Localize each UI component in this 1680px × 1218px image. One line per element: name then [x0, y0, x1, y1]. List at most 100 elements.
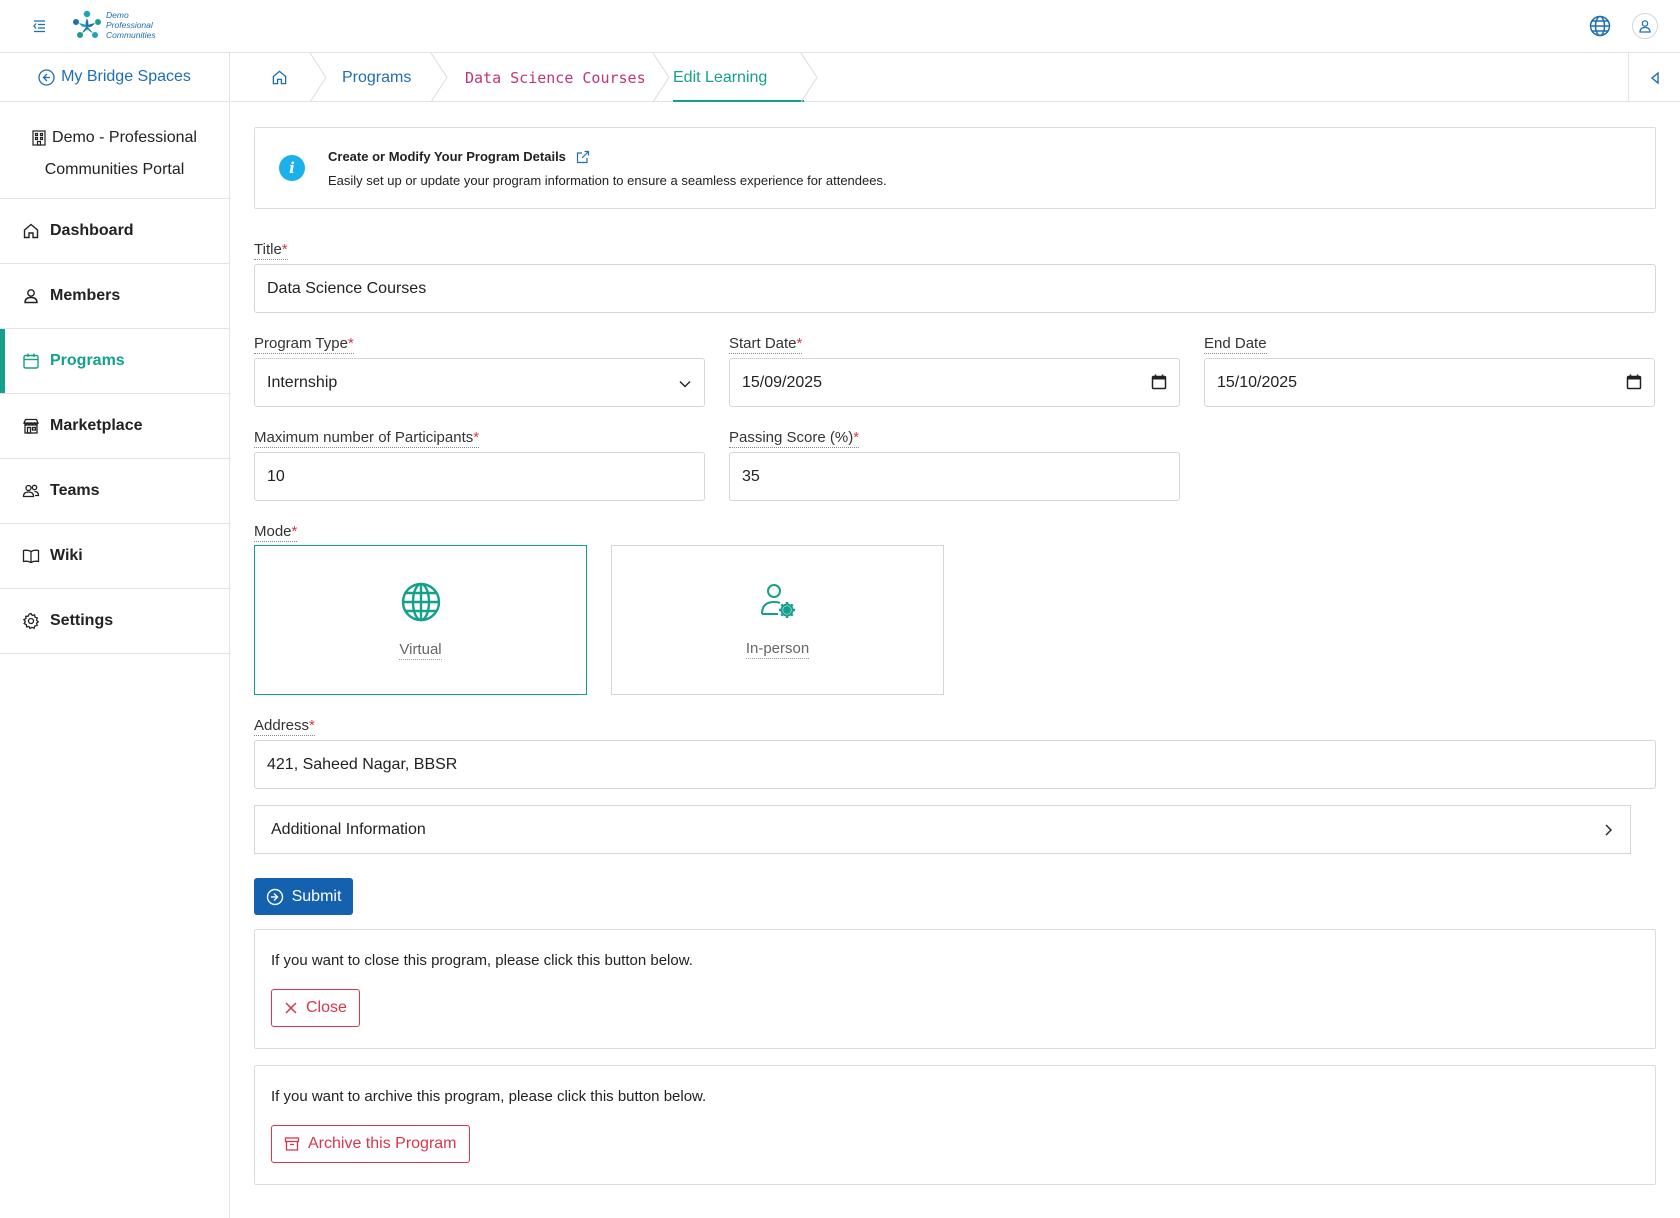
max-participants-value: 10 — [267, 467, 285, 485]
additional-information-accordion[interactable]: Additional Information — [254, 805, 1631, 854]
info-title: Create or Modify Your Program Details — [328, 149, 590, 164]
globe-icon — [401, 582, 440, 621]
max-participants-label: Maximum number of Participants* — [254, 429, 480, 448]
sidebar-item-marketplace[interactable]: Marketplace — [0, 394, 229, 459]
sidebar: My Bridge Spaces Demo - Professional Com… — [0, 53, 230, 1218]
participants-score-row: Maximum number of Participants* 10 Passi… — [254, 429, 1656, 501]
sidebar-item-settings[interactable]: Settings — [0, 589, 229, 654]
close-program-section: If you want to close this program, pleas… — [254, 929, 1656, 1049]
submit-button[interactable]: Submit — [254, 878, 353, 915]
sidebar-item-label: Teams — [50, 482, 100, 499]
portal-name-line-2: Communities Portal — [44, 161, 185, 178]
breadcrumb-separator — [430, 53, 448, 102]
mode-virtual-card[interactable]: Virtual — [254, 545, 587, 695]
title-input-value: Data Science Courses — [267, 279, 427, 297]
mode-virtual-label: Virtual — [399, 640, 442, 660]
address-value: 421, Saheed Nagar, BBSR — [267, 755, 458, 773]
archive-program-text: If you want to archive this program, ple… — [271, 1088, 707, 1105]
home-icon — [23, 223, 39, 239]
my-bridge-spaces-label: My Bridge Spaces — [61, 68, 191, 85]
sidebar-item-label: Programs — [50, 352, 125, 369]
breadcrumb-programs-label: Programs — [342, 68, 412, 86]
submit-row: Submit — [254, 878, 1656, 915]
sidebar-item-label: Marketplace — [50, 417, 143, 434]
user-icon — [24, 289, 38, 304]
archive-program-button[interactable]: Archive this Program — [271, 1125, 470, 1163]
breadcrumb-data-science-courses[interactable]: Data Science Courses — [465, 53, 646, 102]
home-icon — [272, 70, 287, 85]
menu-toggle-icon[interactable] — [30, 16, 50, 36]
breadcrumb-separator — [652, 53, 670, 102]
collapse-panel-button[interactable] — [1628, 53, 1680, 102]
info-banner: i Create or Modify Your Program Details … — [254, 127, 1656, 209]
start-date-label: Start Date* — [729, 335, 803, 354]
sidebar-item-label: Dashboard — [50, 222, 134, 239]
sidebar-item-members[interactable]: Members — [0, 264, 229, 329]
title-input[interactable]: Data Science Courses — [254, 264, 1656, 313]
address-label: Address* — [254, 717, 315, 736]
close-program-button-label: Close — [306, 999, 347, 1016]
logo-line-1: Demo — [106, 10, 129, 20]
chevron-down-icon — [679, 381, 691, 388]
user-profile-icon[interactable] — [1632, 13, 1658, 39]
sidebar-item-teams[interactable]: Teams — [0, 459, 229, 524]
calendar-icon — [23, 353, 39, 369]
logo-line-3: Communities — [106, 30, 156, 40]
program-type-value: Internship — [267, 373, 338, 391]
submit-button-label: Submit — [291, 887, 342, 905]
my-bridge-spaces-link[interactable]: My Bridge Spaces — [0, 53, 229, 102]
max-participants-input[interactable]: 10 — [254, 452, 705, 501]
passing-score-value: 35 — [742, 467, 760, 485]
arrow-right-circle-icon — [266, 888, 283, 905]
breadcrumb-home[interactable] — [271, 53, 288, 102]
store-icon — [23, 418, 39, 434]
mode-group: Mode* Virtual In-person — [254, 523, 1656, 695]
additional-information-label: Additional Information — [271, 820, 426, 838]
top-bar: Demo Professional Communities — [0, 0, 1680, 53]
end-date-value: 15/10/2025 — [1217, 373, 1298, 391]
passing-score-input[interactable]: 35 — [729, 452, 1180, 501]
start-date-group: Start Date* 15/09/2025 — [729, 335, 1180, 407]
calendar-picker-icon[interactable] — [1626, 374, 1642, 390]
sidebar-item-wiki[interactable]: Wiki — [0, 524, 229, 589]
book-icon — [22, 549, 40, 564]
passing-score-label: Passing Score (%)* — [729, 429, 860, 448]
start-date-value: 15/09/2025 — [742, 373, 823, 391]
main-content: i Create or Modify Your Program Details … — [254, 102, 1656, 1185]
close-icon — [285, 1002, 297, 1014]
mode-inperson-card[interactable]: In-person — [611, 545, 944, 695]
caret-left-icon — [1650, 71, 1659, 84]
sidebar-item-dashboard[interactable]: Dashboard — [0, 199, 229, 264]
sidebar-item-programs[interactable]: Programs — [0, 329, 229, 394]
program-type-select[interactable]: Internship — [254, 358, 705, 407]
chevron-right-icon — [1605, 824, 1612, 835]
breadcrumb-data-science-label: Data Science Courses — [465, 68, 646, 87]
logo-icon — [73, 10, 101, 38]
sidebar-item-label: Wiki — [50, 547, 83, 564]
breadcrumb: Programs Data Science Courses Edit Learn… — [231, 53, 1680, 102]
calendar-picker-icon[interactable] — [1151, 374, 1167, 390]
external-link-icon[interactable] — [576, 150, 590, 164]
program-type-group: Program Type* Internship — [254, 335, 705, 407]
info-description: Easily set up or update your program inf… — [328, 173, 887, 188]
mode-options: Virtual In-person — [254, 545, 1656, 695]
info-title-text: Create or Modify Your Program Details — [328, 149, 566, 164]
start-date-input[interactable]: 15/09/2025 — [729, 358, 1180, 407]
close-program-button[interactable]: Close — [271, 989, 360, 1027]
breadcrumb-edit-learning[interactable]: Edit Learning — [673, 53, 767, 102]
program-type-label: Program Type* — [254, 335, 354, 354]
end-date-group: End Date 15/10/2025 — [1204, 335, 1655, 407]
sidebar-item-label: Members — [50, 287, 121, 304]
archive-program-section: If you want to archive this program, ple… — [254, 1065, 1656, 1185]
end-date-input[interactable]: 15/10/2025 — [1204, 358, 1655, 407]
title-group: Title* Data Science Courses — [254, 241, 1656, 313]
language-globe-icon[interactable] — [1588, 14, 1612, 38]
back-circle-icon — [38, 68, 55, 86]
mode-inperson-label: In-person — [745, 639, 810, 659]
logo[interactable]: Demo Professional Communities — [70, 9, 156, 41]
close-program-text: If you want to close this program, pleas… — [271, 952, 693, 969]
address-input[interactable]: 421, Saheed Nagar, BBSR — [254, 740, 1656, 789]
portal-name: Demo - Professional Communities Portal — [0, 102, 229, 199]
type-dates-row: Program Type* Internship Start Date* 15/… — [254, 335, 1656, 407]
breadcrumb-programs[interactable]: Programs — [342, 53, 411, 102]
